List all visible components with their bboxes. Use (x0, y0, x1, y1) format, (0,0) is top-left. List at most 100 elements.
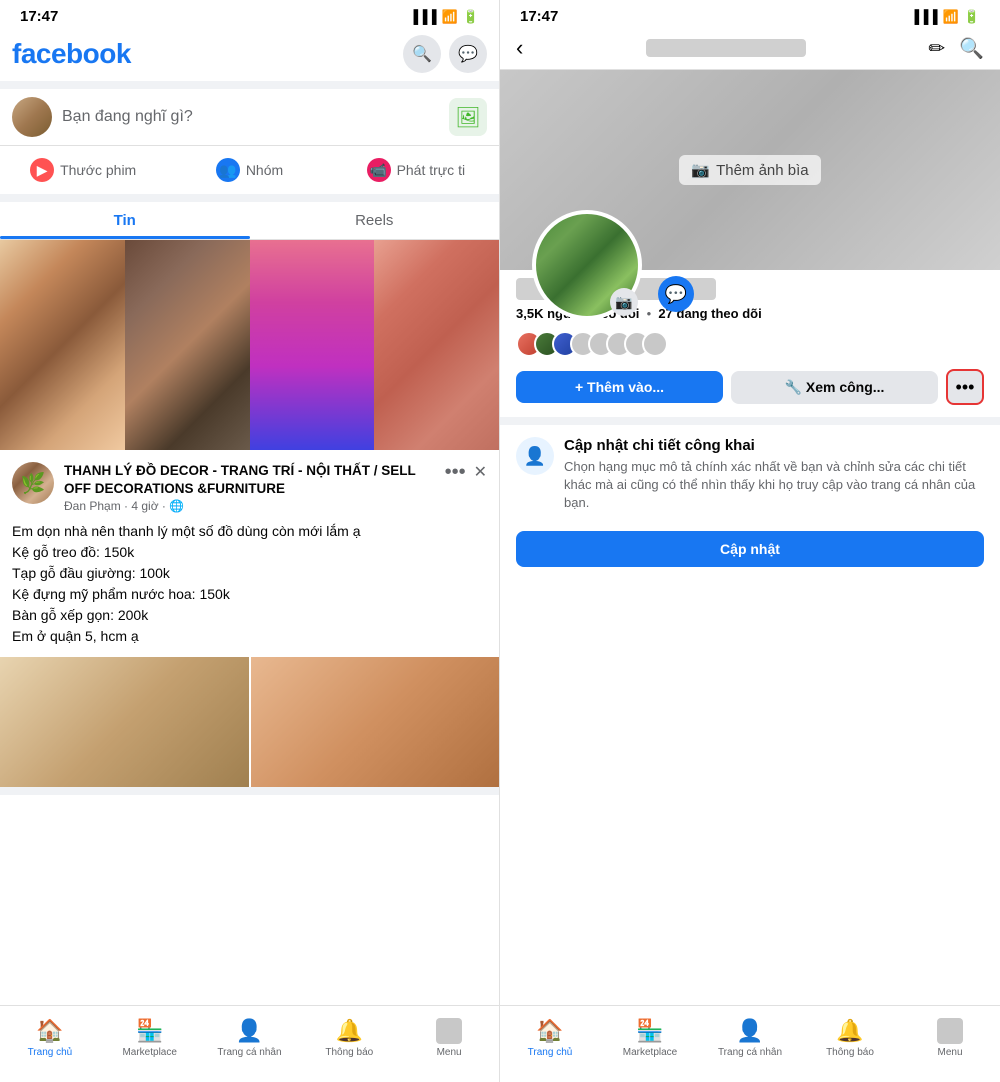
story-bg-4 (374, 240, 499, 450)
header-icons: 🔍 💬 (403, 35, 487, 73)
action-groups[interactable]: 👥 Nhóm (166, 150, 332, 190)
marketplace-label-left: Marketplace (122, 1047, 176, 1058)
menu-icon-left (436, 1018, 462, 1044)
update-title: Cập nhật chi tiết công khai (564, 437, 984, 454)
left-panel: 17:47 ▐▐▐ 📶 🔋 facebook 🔍 💬 Bạn đang nghĩ… (0, 0, 500, 1082)
add-cover-button[interactable]: 📷 Thêm ảnh bìa (679, 155, 820, 185)
status-icons-right: ▐▐▐ 📶 🔋 (910, 9, 980, 25)
close-post-button[interactable]: ✕ (474, 462, 487, 482)
story-bg-3 (250, 240, 375, 450)
user-avatar (12, 97, 52, 137)
story-bg-1 (0, 240, 125, 450)
add-cover-label: Thêm ảnh bìa (716, 162, 809, 179)
profile-name-header (646, 39, 806, 57)
profile-header-actions: ✏ 🔍 (928, 36, 984, 61)
post-card: 🌿 THANH LÝ ĐỒ DECOR - TRANG TRÍ - NỘI TH… (0, 450, 499, 795)
left-scroll-area: Bạn đang nghĩ gì? 🖼 ▶ Thước phim 👥 Nhóm … (0, 81, 499, 1005)
nav-marketplace-left[interactable]: 🏪 Marketplace (100, 1014, 200, 1062)
status-icons-left: ▐▐▐ 📶 🔋 (409, 9, 479, 25)
update-section: 👤 Cập nhật chi tiết công khai Chọn hạng … (500, 417, 1000, 579)
search-button[interactable]: 🔍 (403, 35, 441, 73)
home-icon-right: 🏠 (536, 1018, 563, 1044)
post-time: 4 giờ (131, 499, 158, 513)
post-meta: THANH LÝ ĐỒ DECOR - TRANG TRÍ - NỘI THẤT… (64, 462, 435, 513)
nav-home-right[interactable]: 🏠 Trang chủ (500, 1014, 600, 1062)
edit-icon[interactable]: ✏ (928, 36, 945, 61)
marketplace-icon-right: 🏪 (636, 1018, 663, 1044)
profile-icon-right: 👤 (736, 1018, 763, 1044)
post-actions-top: ••• ✕ (445, 462, 487, 482)
post-placeholder[interactable]: Bạn đang nghĩ gì? (62, 108, 439, 126)
update-cta-button[interactable]: Cập nhật (516, 531, 984, 567)
change-photo-button[interactable]: 📷 (610, 288, 638, 316)
menu-icon-right (937, 1018, 963, 1044)
nav-menu-left[interactable]: Menu (399, 1014, 499, 1062)
facebook-logo: facebook (12, 38, 131, 70)
more-dots-button[interactable]: ••• (445, 462, 466, 482)
live-label: Phát trực ti (397, 162, 466, 178)
nav-notifications-left[interactable]: 🔔 Thông báo (299, 1014, 399, 1062)
photo-icon[interactable]: 🖼 (449, 98, 487, 136)
nav-notifications-right[interactable]: 🔔 Thông báo (800, 1014, 900, 1062)
post-content: Em dọn nhà nên thanh lý một số đồ dùng c… (0, 521, 499, 657)
time-right: 17:47 (520, 8, 558, 25)
post-header: 🌿 THANH LÝ ĐỒ DECOR - TRANG TRÍ - NỘI TH… (0, 462, 499, 521)
story-3[interactable] (250, 240, 375, 450)
camera-icon: 📷 (691, 161, 710, 179)
back-button[interactable]: ‹ (516, 35, 523, 61)
follower-avatars (516, 331, 984, 357)
search-profile-icon[interactable]: 🔍 (959, 36, 984, 61)
notifications-icon-left: 🔔 (336, 1018, 363, 1044)
profile-actions-row: + Thêm vào... 🔧 Xem công... ••• (516, 369, 984, 405)
profile-header-bar: ‹ ✏ 🔍 (500, 29, 1000, 70)
home-label-right: Trang chủ (528, 1047, 573, 1058)
time-left: 17:47 (20, 8, 58, 25)
story-bg-2 (125, 240, 250, 450)
globe-icon: 🌐 (169, 499, 184, 513)
story-4[interactable] (374, 240, 499, 450)
story-2[interactable] (125, 240, 250, 450)
nav-marketplace-right[interactable]: 🏪 Marketplace (600, 1014, 700, 1062)
add-to-button[interactable]: + Thêm vào... (516, 371, 723, 403)
menu-label-left: Menu (437, 1047, 462, 1058)
action-reels[interactable]: ▶ Thước phim (0, 150, 166, 190)
nav-menu-right[interactable]: Menu (900, 1014, 1000, 1062)
reels-label: Thước phim (60, 162, 136, 178)
story-1[interactable] (0, 240, 125, 450)
group-avatar: 🌿 (12, 462, 54, 504)
right-scroll-area: 📷 Thêm ảnh bìa 📷 💬 3,5K người theo dõi •… (500, 70, 1000, 1005)
more-options-button[interactable]: ••• (946, 369, 984, 405)
post-title: THANH LÝ ĐỒ DECOR - TRANG TRÍ - NỘI THẤT… (64, 462, 435, 497)
view-work-button[interactable]: 🔧 Xem công... (731, 371, 938, 404)
nav-profile-left[interactable]: 👤 Trang cá nhân (200, 1014, 300, 1062)
view-work-label: 🔧 Xem công... (785, 379, 885, 396)
nav-home-left[interactable]: 🏠 Trang chủ (0, 1014, 100, 1062)
tab-reels[interactable]: Reels (250, 202, 500, 239)
nav-profile-right[interactable]: 👤 Trang cá nhân (700, 1014, 800, 1062)
chat-button[interactable]: 💬 (658, 276, 694, 312)
actions-row: ▶ Thước phim 👥 Nhóm 📹 Phát trực ti (0, 146, 499, 202)
stories-row (0, 240, 499, 450)
post-box: Bạn đang nghĩ gì? 🖼 (0, 81, 499, 146)
live-icon: 📹 (367, 158, 391, 182)
groups-icon: 👥 (216, 158, 240, 182)
post-author: Đan Phạm (64, 499, 121, 513)
marketplace-label-right: Marketplace (623, 1047, 677, 1058)
add-to-label: + Thêm vào... (575, 379, 664, 395)
update-header: 👤 Cập nhật chi tiết công khai Chọn hạng … (516, 437, 984, 513)
messenger-button[interactable]: 💬 (449, 35, 487, 73)
home-icon-left: 🏠 (36, 1018, 63, 1044)
update-icon: 👤 (516, 437, 554, 475)
profile-label-left: Trang cá nhân (217, 1047, 281, 1058)
tab-tin[interactable]: Tin (0, 202, 250, 239)
groups-label: Nhóm (246, 162, 283, 178)
update-desc: Chọn hạng mục mô tả chính xác nhất về bạ… (564, 458, 984, 513)
following-label: đang theo dõi (677, 306, 762, 321)
more-dots-icon: ••• (956, 377, 975, 398)
bottom-nav-left: 🏠 Trang chủ 🏪 Marketplace 👤 Trang cá nhâ… (0, 1005, 499, 1082)
action-live[interactable]: 📹 Phát trực ti (333, 150, 499, 190)
bottom-nav-right: 🏠 Trang chủ 🏪 Marketplace 👤 Trang cá nhâ… (500, 1005, 1000, 1082)
status-bar-left: 17:47 ▐▐▐ 📶 🔋 (0, 0, 499, 29)
reels-icon: ▶ (30, 158, 54, 182)
profile-pic-row: 📷 💬 (500, 210, 1000, 270)
